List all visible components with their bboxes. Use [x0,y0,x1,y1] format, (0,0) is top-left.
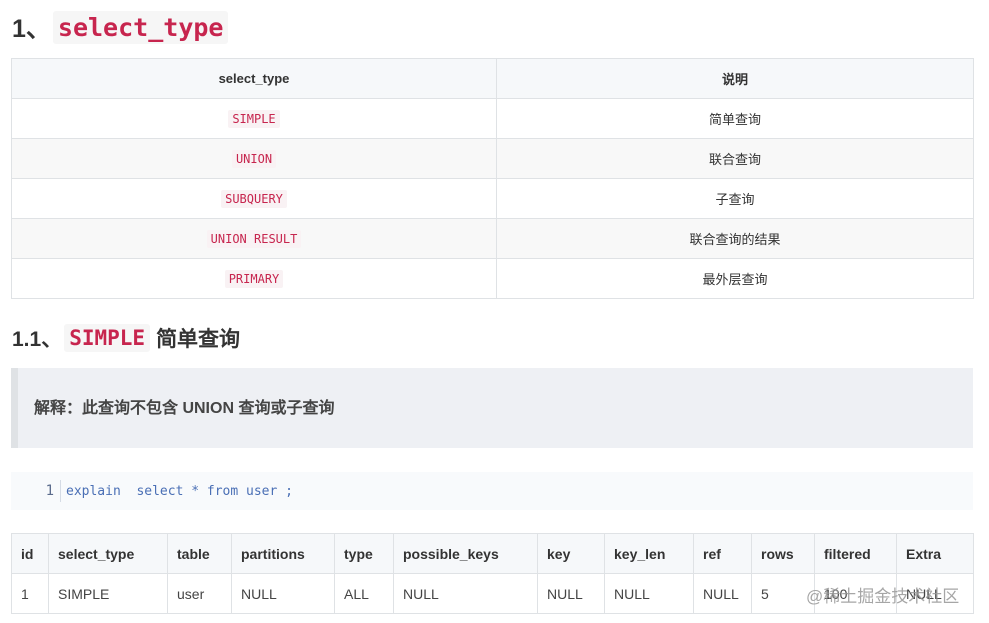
sql-code-line[interactable]: explain select * from user ; [61,484,293,499]
table-cell: ALL [334,573,394,614]
table-cell: 子查询 [496,178,974,219]
table-header-row: id select_type table partitions type pos… [11,533,974,574]
table-row: UNION 联合查询 [11,138,974,179]
table-cell: NULL [231,573,335,614]
column-header-filtered: filtered [814,533,897,574]
table-header-row: select_type 说明 [11,58,974,99]
table-cell: UNION [11,138,497,179]
watermark-text: @稀土掘金技术社区 [806,586,960,606]
column-header-ref: ref [693,533,752,574]
table-cell: 简单查询 [496,98,974,139]
table-cell: user [167,573,232,614]
table-row: UNION RESULT 联合查询的结果 [11,218,974,259]
table-cell: PRIMARY [11,258,497,299]
column-header-select-type: select_type [48,533,168,574]
heading-number: 1、 [12,15,51,43]
column-header-key-len: key_len [604,533,694,574]
table-cell: 联合查询的结果 [496,218,974,259]
heading-text: 简单查询 [156,328,241,351]
table-cell: 最外层查询 [496,258,974,299]
explanation-text: 解释：此查询不包含 UNION 查询或子查询 [34,400,335,417]
column-header-possible-keys: possible_keys [393,533,538,574]
sql-code-block[interactable]: 1 explain select * from user ; [11,472,973,510]
table-cell: NULL [604,573,694,614]
article-page: 1、 select_type select_type 说明 SIMPLE 简单查… [0,0,989,623]
line-number: 1 [11,480,61,502]
table-row: PRIMARY 最外层查询 [11,258,974,299]
table-row: SIMPLE 简单查询 [11,98,974,139]
column-header-description: 说明 [496,58,974,99]
section-heading-simple: 1.1、 SIMPLE 简单查询 [12,320,240,356]
column-header-key: key [537,533,605,574]
select-type-value: PRIMARY [224,270,284,288]
column-header-id: id [11,533,49,574]
column-header-select-type: select_type [11,58,497,99]
select-type-value: UNION [231,150,277,168]
table-cell: 联合查询 [496,138,974,179]
heading-number: 1.1、 [12,328,63,351]
table-row: SUBQUERY 子查询 [11,178,974,219]
table-cell: NULL [393,573,538,614]
explanation-blockquote: 解释：此查询不包含 UNION 查询或子查询 [11,368,973,448]
table-cell: SIMPLE [48,573,168,614]
column-header-extra: Extra [896,533,974,574]
select-type-value: SUBQUERY [221,190,287,208]
heading-code: select_type [52,10,229,44]
column-header-rows: rows [751,533,815,574]
table-cell: SIMPLE [11,98,497,139]
select-type-table: select_type 说明 SIMPLE 简单查询 UNION 联合查询 SU… [11,58,974,299]
table-cell: 1 [11,573,49,614]
table-cell: UNION RESULT [11,218,497,259]
select-type-value: SIMPLE [228,110,280,128]
table-cell: NULL [693,573,752,614]
select-type-value: UNION RESULT [206,230,302,248]
column-header-partitions: partitions [231,533,335,574]
column-header-table: table [167,533,232,574]
column-header-type: type [334,533,394,574]
site-watermark: @稀土掘金技术社区 [806,582,959,606]
table-cell: NULL [537,573,605,614]
section-heading-select-type: 1、 select_type [12,8,229,46]
heading-code: SIMPLE [64,324,151,352]
table-cell: SUBQUERY [11,178,497,219]
